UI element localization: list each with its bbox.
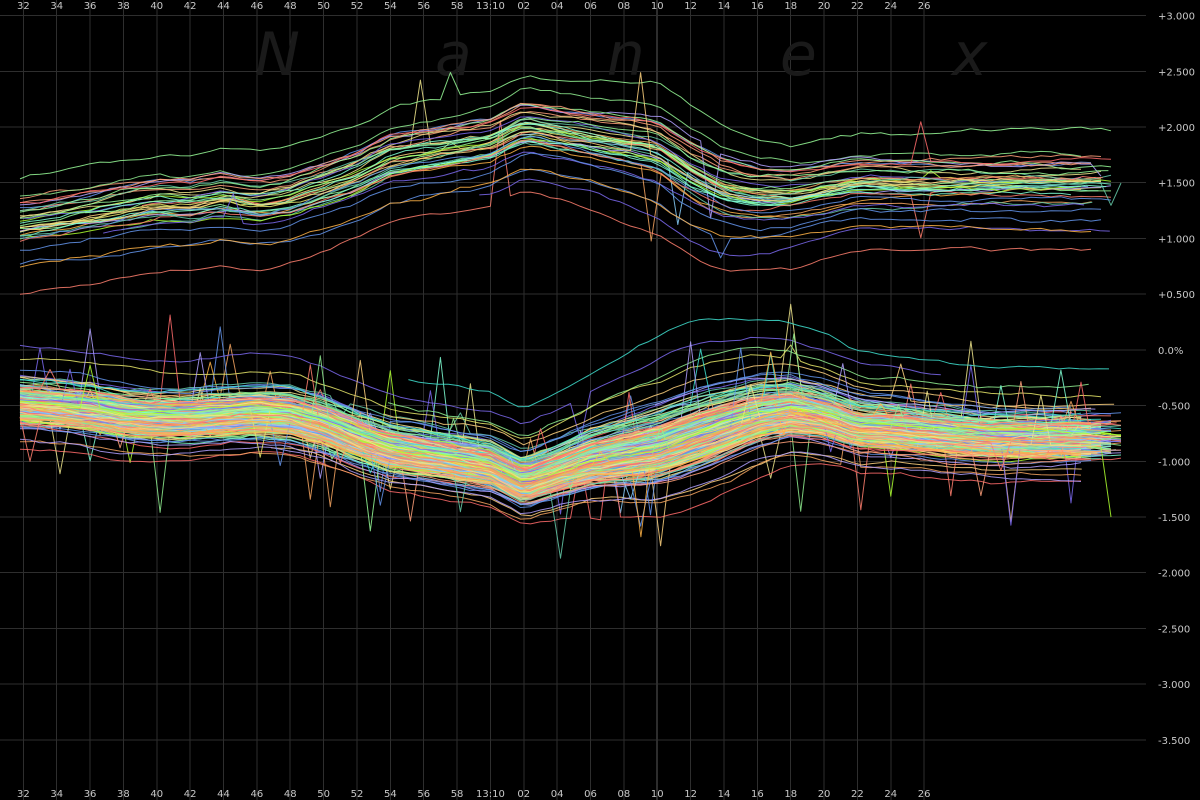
- x-tick-label: 26: [918, 1, 931, 12]
- x-tick-label: 40: [150, 789, 163, 800]
- x-tick-label: 02: [517, 789, 530, 800]
- x-tick-label: 22: [851, 1, 864, 12]
- x-tick-label: 36: [84, 789, 97, 800]
- x-tick-label: 06: [584, 789, 597, 800]
- x-tick-label: 38: [117, 789, 130, 800]
- x-tick-label: 34: [50, 789, 63, 800]
- y-axis: +3.000 +2.500 +2.000 +1.500 +1.000 +0.500 0.0%…: [1158, 12, 1195, 747]
- x-tick-label: 50: [317, 789, 330, 800]
- y-tick-label: -3.500: [1158, 736, 1190, 747]
- x-tick-label: 12: [684, 789, 697, 800]
- x-tick-label: 58: [451, 789, 464, 800]
- x-tick-label: 44: [217, 789, 230, 800]
- y-tick-label: +2.500: [1158, 67, 1195, 78]
- x-tick-label: 10: [651, 1, 664, 12]
- x-axis-bottom: 32 34 36 38 40 42 44 46 48 50 52 54 56 58 13:10 02 04 06 0…: [17, 789, 931, 800]
- y-tick-label: +1.500: [1158, 179, 1195, 190]
- x-tick-label: 48: [284, 789, 297, 800]
- x-tick-label: 34: [50, 1, 63, 12]
- x-tick-label: 56: [417, 789, 430, 800]
- y-tick-label: +3.000: [1158, 12, 1195, 23]
- x-tick-label: 26: [918, 789, 931, 800]
- x-tick-label: 42: [184, 1, 197, 12]
- series-line: [19, 314, 1082, 471]
- x-tick-label: 24: [884, 1, 897, 12]
- x-tick-label: 06: [584, 1, 597, 12]
- x-tick-label: 48: [284, 1, 297, 12]
- x-tick-label: 42: [184, 789, 197, 800]
- x-tick-label: 18: [784, 1, 797, 12]
- x-tick-label: 32: [17, 1, 30, 12]
- x-tick-label: 12: [684, 1, 697, 12]
- x-tick-label: 52: [351, 789, 364, 800]
- x-tick-label: 52: [351, 1, 364, 12]
- x-tick-label: 24: [884, 789, 897, 800]
- x-tick-label: 18: [784, 789, 797, 800]
- y-tick-label: 0.0%: [1158, 346, 1183, 357]
- x-tick-label: 54: [384, 1, 397, 12]
- x-tick-label: 20: [818, 789, 831, 800]
- x-tick-label: 40: [150, 1, 163, 12]
- x-tick-label: 22: [851, 789, 864, 800]
- x-tick-label: 16: [751, 789, 764, 800]
- x-tick-label: 13:10: [476, 789, 505, 800]
- x-tick-label: 54: [384, 789, 397, 800]
- chart: N a n e x 32 34 36 38 40 42 44 46 48 50 52 54 56 58 13…: [0, 0, 1195, 800]
- x-tick-label: 46: [251, 1, 264, 12]
- x-tick-label: 04: [551, 789, 564, 800]
- x-tick-label: 08: [618, 1, 631, 12]
- series-group: [19, 72, 1122, 559]
- watermark: N a n e x: [255, 20, 1045, 90]
- y-tick-label: +0.500: [1158, 290, 1195, 301]
- y-tick-label: +2.000: [1158, 123, 1195, 134]
- y-tick-label: -2.000: [1158, 569, 1190, 580]
- y-tick-label: -1.000: [1158, 457, 1190, 468]
- x-tick-label: 13:10: [476, 1, 505, 12]
- x-tick-label: 10: [651, 789, 664, 800]
- x-tick-label: 50: [317, 1, 330, 12]
- x-tick-label: 02: [517, 1, 530, 12]
- x-tick-label: 04: [551, 1, 564, 12]
- x-tick-label: 58: [451, 1, 464, 12]
- x-tick-label: 16: [751, 1, 764, 12]
- x-tick-label: 14: [718, 789, 731, 800]
- x-tick-label: 32: [17, 789, 30, 800]
- y-tick-label: -2.500: [1158, 624, 1190, 635]
- x-tick-label: 14: [718, 1, 731, 12]
- y-tick-label: +1.000: [1158, 234, 1195, 245]
- x-tick-label: 44: [217, 1, 230, 12]
- x-tick-label: 36: [84, 1, 97, 12]
- x-axis-top: 32 34 36 38 40 42 44 46 48 50 52 54 56 58 13:10 02 04 06 0…: [17, 1, 931, 12]
- x-tick-label: 46: [251, 789, 264, 800]
- y-tick-label: -0.500: [1158, 402, 1190, 413]
- y-tick-label: -3.000: [1158, 680, 1190, 691]
- x-tick-label: 08: [618, 789, 631, 800]
- series-line: [19, 72, 1102, 233]
- x-tick-label: 20: [818, 1, 831, 12]
- x-tick-label: 56: [417, 1, 430, 12]
- x-tick-label: 38: [117, 1, 130, 12]
- y-tick-label: -1.500: [1158, 513, 1190, 524]
